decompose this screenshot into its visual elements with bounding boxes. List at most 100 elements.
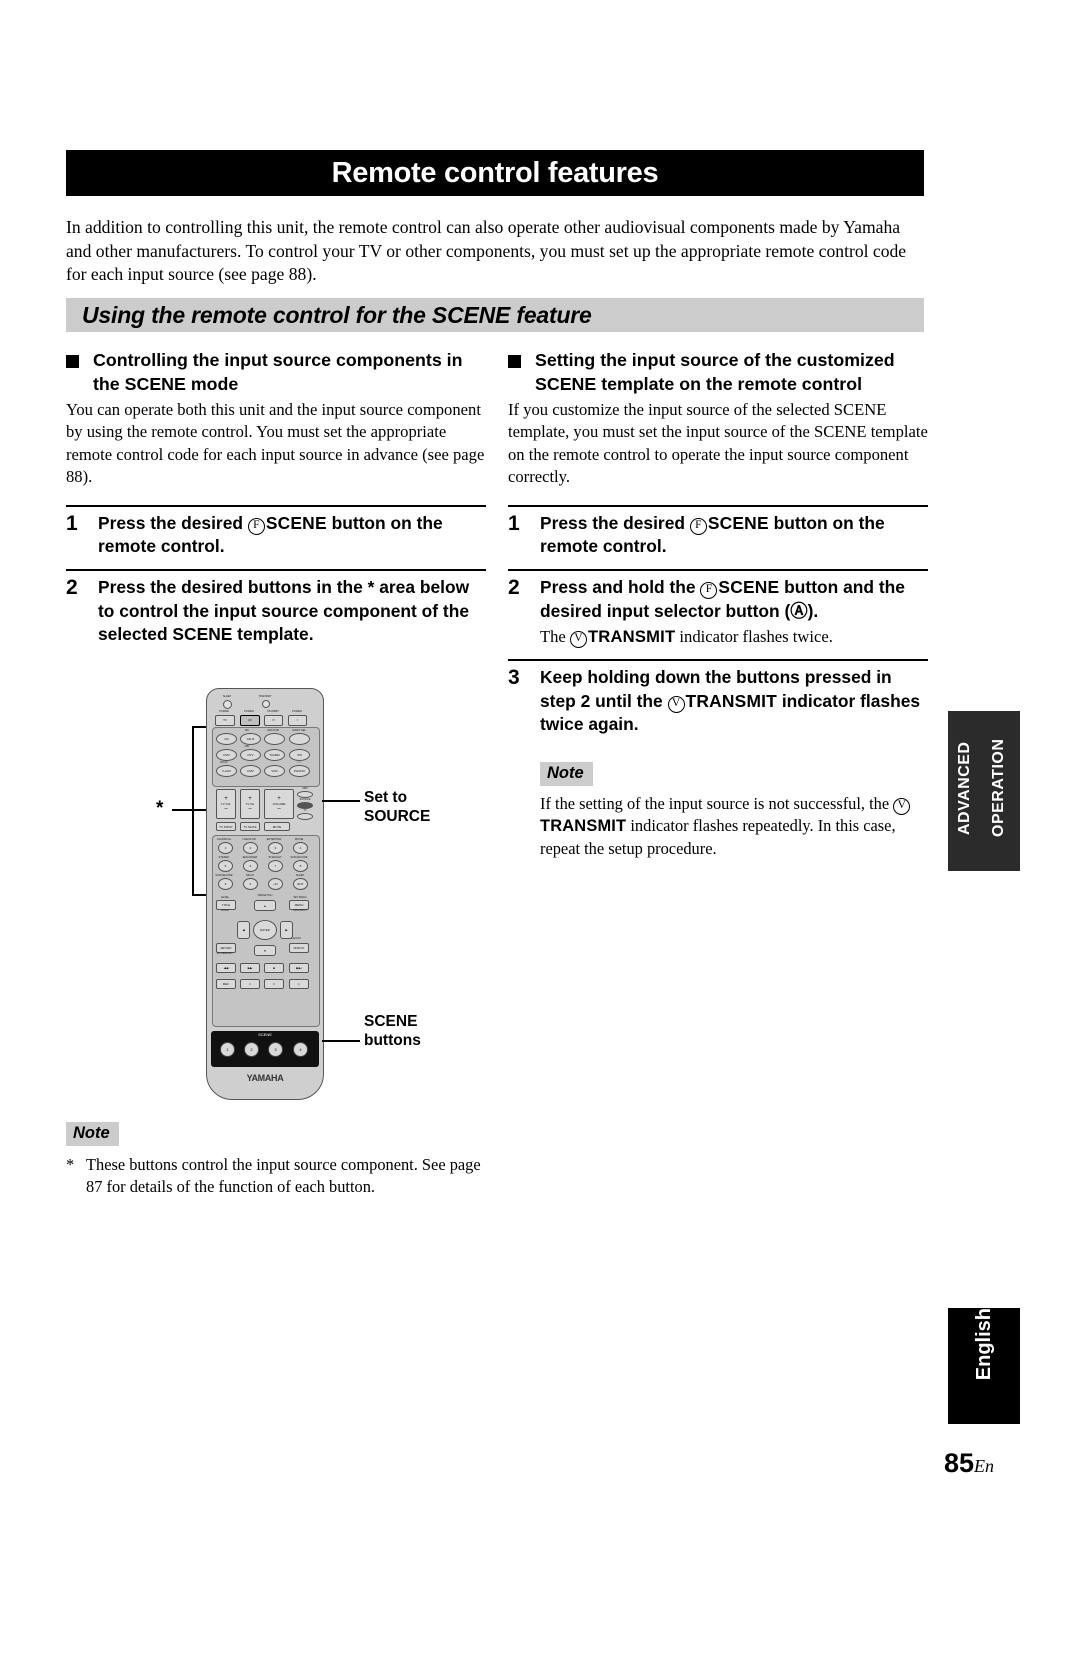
step-text: Press and hold the F SCENE button and the… xyxy=(540,576,928,649)
yamaha-logo: YAMAHA xyxy=(246,1073,284,1083)
remote-button-5[interactable]: 5 xyxy=(218,860,233,872)
transmit-indicator-label: TRANSMIT xyxy=(258,695,272,698)
slider-position-tv[interactable] xyxy=(297,813,313,820)
left-column: Controlling the input source components … xyxy=(66,348,486,647)
step-text: Press the desired F SCENE button on the r… xyxy=(540,512,928,559)
remote-button-cursor-left[interactable]: ◀ xyxy=(237,921,250,939)
remote-button-plus10[interactable]: +10 xyxy=(268,878,283,890)
remote-button-ent[interactable]: ENT xyxy=(293,878,308,890)
power-on-label: POWER xyxy=(292,710,302,713)
slider-position-amp[interactable] xyxy=(297,791,313,798)
badge-v-icon: V xyxy=(667,695,685,713)
tv-vol-minus: – xyxy=(224,806,228,812)
asterisk-marker: * xyxy=(156,798,164,819)
remote-button-phono[interactable]: PHONO xyxy=(289,765,310,777)
square-bullet-icon xyxy=(66,355,79,368)
remote-button-cursor-down[interactable]: ▼ xyxy=(254,945,276,956)
slider-position-source[interactable] xyxy=(297,802,313,809)
remote-button-enter[interactable]: ENTER xyxy=(253,920,277,940)
scene-button-3[interactable]: 3 xyxy=(268,1042,283,1057)
source-slider-label: SOURCE xyxy=(299,798,311,801)
scene-button-2[interactable]: 2 xyxy=(244,1042,259,1057)
remote-button-rewind[interactable]: ◀◀ xyxy=(216,963,236,973)
step-number: 1 xyxy=(66,511,78,535)
remote-button-play[interactable]: ▷ xyxy=(289,979,309,989)
cbl-label: CBL xyxy=(244,745,250,748)
step-text: Keep holding down the buttons pressed in… xyxy=(540,666,928,736)
key-name: SCENE xyxy=(718,577,780,598)
entertain-label: ENTERTAIN xyxy=(266,838,282,841)
bracket-line-horizontal-top xyxy=(172,809,208,811)
remote-button-cursor-up[interactable]: ▲ xyxy=(254,900,276,911)
remote-button-2[interactable]: 2 xyxy=(243,842,258,854)
remote-button-vcr[interactable]: VCR xyxy=(264,765,285,777)
side-tab-language-label: English xyxy=(973,1308,995,1381)
volume-minus: – xyxy=(277,806,281,812)
remote-button-audio-sel[interactable] xyxy=(289,733,310,745)
scene-button-1[interactable]: 1 xyxy=(220,1042,235,1057)
remote-button-9[interactable]: 9 xyxy=(218,878,233,890)
remote-button-pause[interactable]: ‖ xyxy=(264,979,284,989)
remote-button-4[interactable]: 4 xyxy=(293,842,308,854)
remote-button-cd[interactable]: CD xyxy=(216,733,237,745)
right-note-block: Note If the setting of the input source … xyxy=(540,762,928,859)
remote-button-tv-power[interactable]: TV xyxy=(215,714,235,726)
movie-label: MOVIE xyxy=(294,838,304,841)
step-text-pre: Press the desired xyxy=(98,512,248,533)
remote-rocker-tv-vol[interactable]: + TV VOL – xyxy=(216,789,236,819)
remote-button-dvd[interactable]: DVD xyxy=(216,749,237,761)
tv-slider-label: TV xyxy=(303,809,307,812)
remote-button-display[interactable]: DISPLAY xyxy=(289,943,309,953)
remote-button-0[interactable]: 0 xyxy=(243,878,258,890)
remote-button-av-power[interactable]: AV xyxy=(240,714,260,726)
remote-button-stop[interactable]: □ xyxy=(240,979,260,989)
transmit-led-icon xyxy=(262,700,270,708)
remote-button-v-aux[interactable]: V-AUX xyxy=(216,765,237,777)
bracket-line-vertical xyxy=(192,726,194,896)
md-label: MD xyxy=(244,729,250,732)
callout-set-to-source: Set to SOURCE xyxy=(364,788,430,826)
band-label: BAND xyxy=(221,909,229,912)
remote-button-xm[interactable]: XM xyxy=(289,749,310,761)
intro-paragraph: In addition to controlling this unit, th… xyxy=(66,217,907,284)
remote-rocker-volume[interactable]: + VOLUME – xyxy=(264,789,294,819)
remote-button-dvr[interactable]: DVR xyxy=(240,765,261,777)
remote-button-dtv[interactable]: DTV xyxy=(240,749,261,761)
remote-button-tv-input[interactable]: TV INPUT xyxy=(216,822,236,831)
callout-set-to-source-line1: Set to xyxy=(364,789,408,806)
callout-line-scene-buttons xyxy=(322,1040,360,1042)
page-footer: 85En xyxy=(944,1448,994,1479)
remote-button-net-usb[interactable] xyxy=(264,733,285,745)
remote-button-6[interactable]: 6 xyxy=(243,860,258,872)
note-text: If the setting of the input source is no… xyxy=(540,793,928,859)
remote-button-skip-back[interactable]: ■ xyxy=(264,963,284,973)
remote-button-rec[interactable]: REC xyxy=(216,979,236,989)
remote-rocker-tv-ch[interactable]: + TV CH – xyxy=(240,789,260,819)
remote-button-cdr[interactable]: CD-R xyxy=(240,733,261,745)
remote-button-8[interactable]: 8 xyxy=(293,860,308,872)
remote-button-fast-forward[interactable]: ▶▶ xyxy=(240,963,260,973)
remote-button-mute[interactable]: MUTE xyxy=(264,822,290,831)
stereo-label: STEREO xyxy=(218,856,230,859)
remote-button-power-on[interactable]: I xyxy=(288,714,307,726)
sub-note-post: indicator flashes twice. xyxy=(675,627,833,647)
remote-button-1[interactable]: 1 xyxy=(218,842,233,854)
step-number: 1 xyxy=(508,511,520,535)
step-text-pre: Press the desired xyxy=(540,512,690,533)
straight-label: STRAIGHT xyxy=(268,856,282,859)
page-title-bar: Remote control features xyxy=(66,150,924,196)
right-body-paragraph: If you customize the input source of the… xyxy=(508,400,928,487)
remote-button-3[interactable]: 3 xyxy=(268,842,283,854)
sleep-indicator-label: SLEEP xyxy=(222,695,232,698)
amp-slider-label: AMP xyxy=(302,787,308,790)
tv-ch-minus: – xyxy=(248,806,252,812)
remote-button-7[interactable]: 7 xyxy=(268,860,283,872)
remote-button-tuner[interactable]: TUNER xyxy=(264,749,285,761)
remote-button-standby[interactable]: ⏻ xyxy=(264,714,283,726)
side-tab-language: English xyxy=(948,1308,1020,1424)
remote-button-skip-forward[interactable]: ▶▶| xyxy=(289,963,309,973)
scene-button-4[interactable]: 4 xyxy=(293,1042,308,1057)
step-sub-note: The V TRANSMIT indicator flashes twice. xyxy=(540,626,928,649)
remote-button-tv-mute[interactable]: TV MUTE xyxy=(240,822,260,831)
power-av-label: POWER xyxy=(244,710,254,713)
